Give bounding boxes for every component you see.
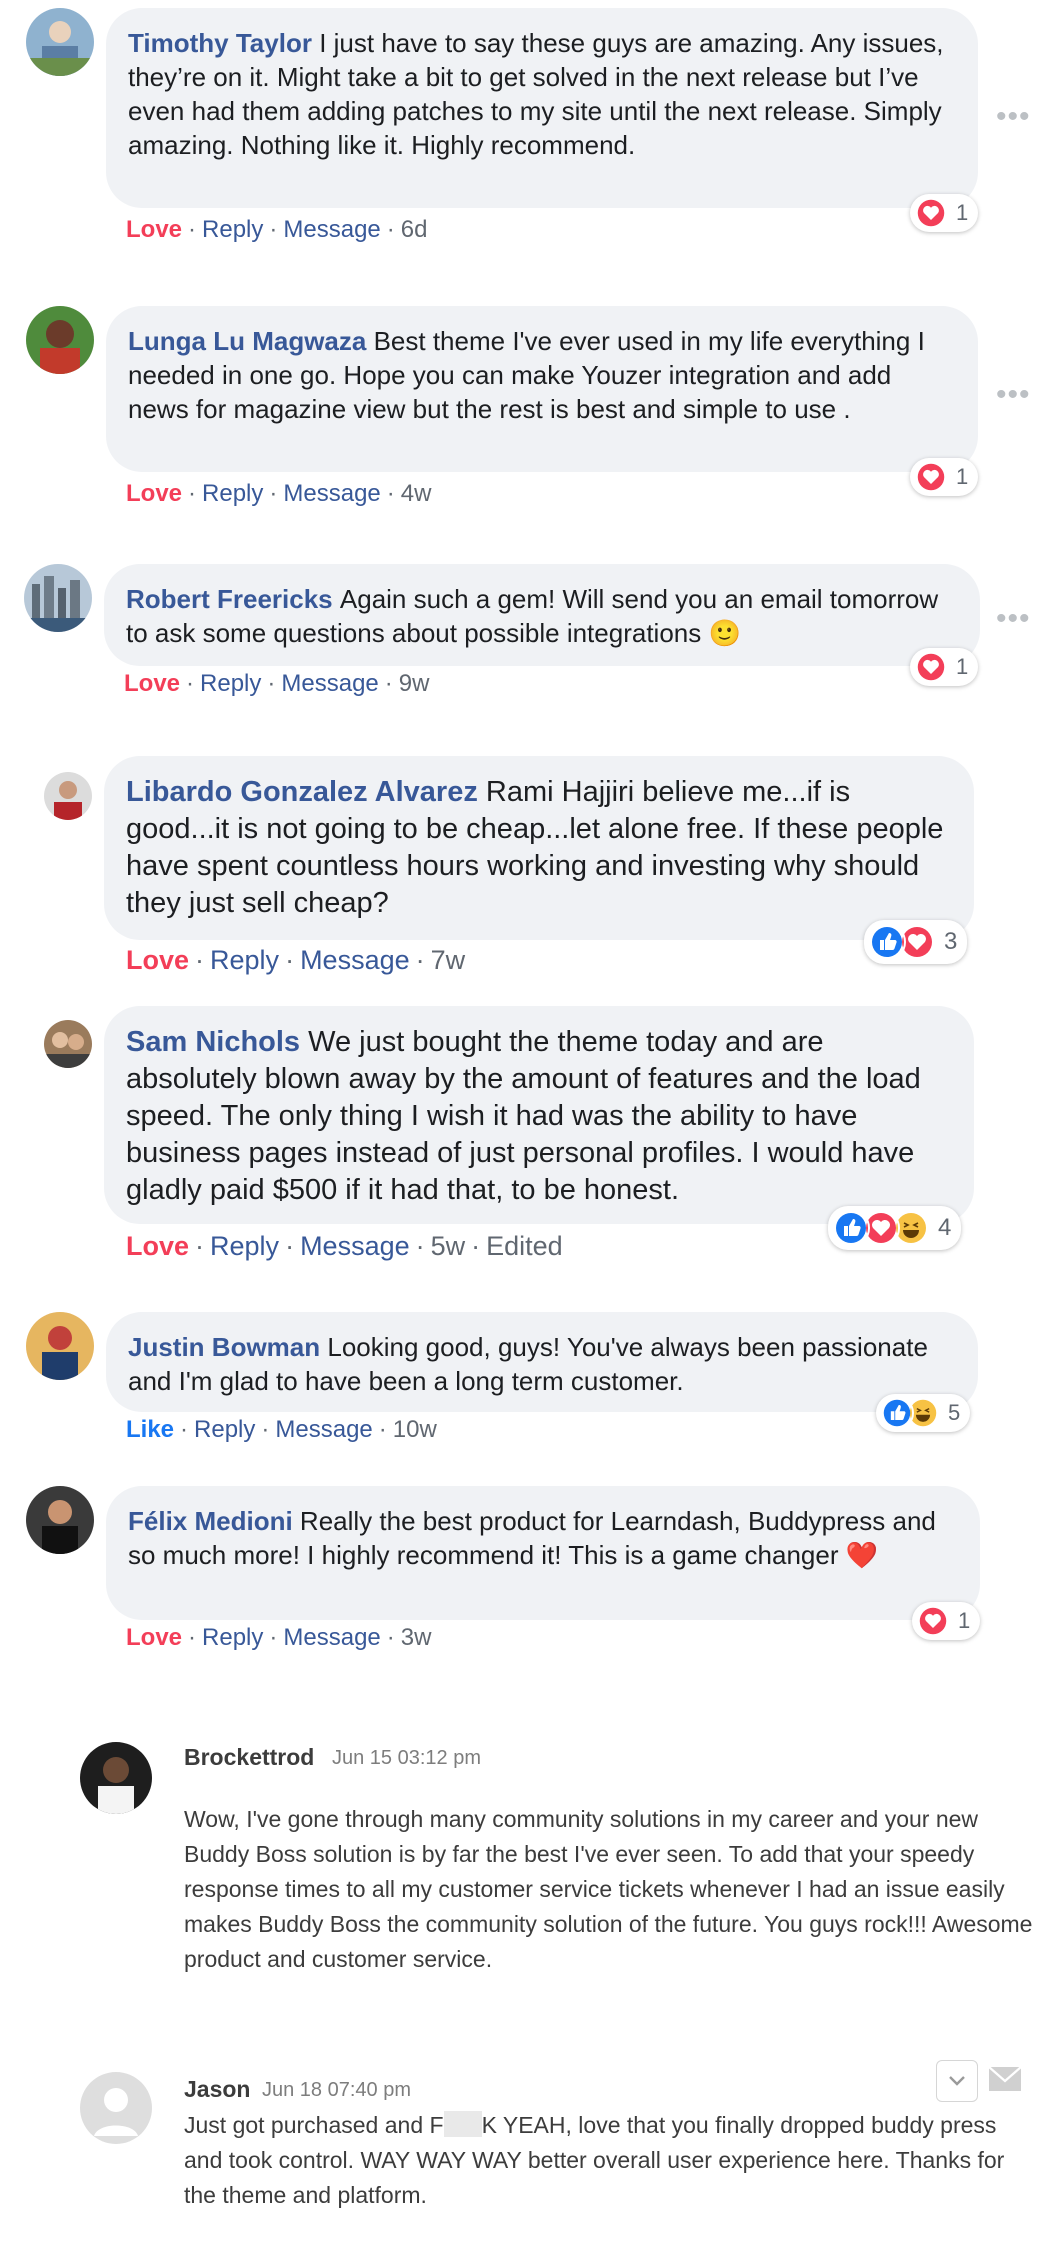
comment-author[interactable]: Robert Freericks xyxy=(126,584,333,614)
message-link[interactable]: Message xyxy=(281,670,378,697)
avatar[interactable] xyxy=(26,306,94,374)
comment-actions: Love · Reply · Message · 3w xyxy=(126,1624,432,1651)
reaction-summary[interactable]: 5 xyxy=(876,1394,971,1432)
love-button[interactable]: Love xyxy=(126,1231,189,1261)
reply-link[interactable]: Reply xyxy=(194,1416,255,1443)
reaction-count: 3 xyxy=(944,928,958,955)
reaction-count: 1 xyxy=(958,1608,971,1633)
forum-date: Jun 18 07:40 pm xyxy=(262,2079,411,2101)
reaction-count: 1 xyxy=(956,200,969,225)
avatar[interactable] xyxy=(44,1020,92,1068)
censor-block xyxy=(443,2111,482,2137)
comment-bubble: Timothy Taylor I just have to say these … xyxy=(106,8,978,208)
comment-author[interactable]: Justin Bowman xyxy=(128,1332,320,1362)
more-options-icon[interactable]: ••• xyxy=(996,604,1031,634)
avatar[interactable] xyxy=(26,8,94,76)
timestamp[interactable]: 10w xyxy=(393,1416,437,1443)
reaction-count: 5 xyxy=(948,1400,961,1425)
forum-author[interactable]: Brockettrod xyxy=(184,1744,314,1771)
reply-link[interactable]: Reply xyxy=(210,1231,279,1261)
avatar[interactable] xyxy=(80,2072,152,2144)
comment-author[interactable]: Timothy Taylor xyxy=(128,28,312,58)
reply-link[interactable]: Reply xyxy=(202,216,263,243)
envelope-icon[interactable] xyxy=(988,2066,1022,2092)
comment-author[interactable]: Sam Nichols xyxy=(126,1026,300,1058)
timestamp[interactable]: 3w xyxy=(401,1624,432,1651)
love-reaction-icon xyxy=(914,460,948,494)
heart-emoji-icon: ❤️ xyxy=(845,1540,879,1570)
comment-actions: Love · Reply · Message · 5w · Edited xyxy=(126,1231,563,1261)
like-reaction-icon xyxy=(880,1396,914,1430)
love-button[interactable]: Love xyxy=(126,1624,182,1651)
reaction-summary[interactable]: 4 xyxy=(828,1206,962,1250)
like-reaction-icon xyxy=(832,1209,870,1247)
avatar[interactable] xyxy=(26,1486,94,1554)
love-button[interactable]: Love xyxy=(126,216,182,243)
timestamp[interactable]: 5w xyxy=(431,1231,466,1261)
message-link[interactable]: Message xyxy=(283,216,380,243)
reply-link[interactable]: Reply xyxy=(210,945,279,975)
comment-actions: Love · Reply · Message · 7w xyxy=(126,945,466,975)
comment-author[interactable]: Félix Medioni xyxy=(128,1506,293,1536)
timestamp[interactable]: 9w xyxy=(399,670,430,697)
comment-actions: Love · Reply · Message · 6d xyxy=(126,216,428,243)
more-options-icon[interactable]: ••• xyxy=(996,380,1031,410)
comment-bubble: Justin Bowman Looking good, guys! You've… xyxy=(106,1312,978,1412)
message-link[interactable]: Message xyxy=(300,945,410,975)
reaction-count: 4 xyxy=(938,1214,952,1241)
avatar[interactable] xyxy=(26,1312,94,1380)
timestamp[interactable]: 6d xyxy=(401,216,428,243)
comment-bubble: Lunga Lu Magwaza Best theme I've ever us… xyxy=(106,306,978,472)
reaction-summary[interactable]: 1 xyxy=(912,1602,981,1640)
avatar[interactable] xyxy=(24,564,92,632)
love-reaction-icon xyxy=(914,650,948,684)
message-link[interactable]: Message xyxy=(283,1624,380,1651)
love-reaction-icon xyxy=(914,196,948,230)
reply-link[interactable]: Reply xyxy=(202,1624,263,1651)
reaction-summary[interactable]: 1 xyxy=(910,194,979,232)
comment-actions: Like · Reply · Message · 10w xyxy=(126,1416,437,1443)
reaction-summary[interactable]: 3 xyxy=(864,920,968,964)
forum-text: Just got purchased and FK YEAH, love tha… xyxy=(184,2108,1034,2213)
comment-bubble: Libardo Gonzalez Alvarez Rami Hajjiri be… xyxy=(104,756,974,940)
forum-text-start: Just got purchased and F xyxy=(184,2112,444,2138)
reply-link[interactable]: Reply xyxy=(202,480,263,507)
like-reaction-icon xyxy=(868,923,906,961)
love-button[interactable]: Love xyxy=(126,945,189,975)
avatar[interactable] xyxy=(80,1742,152,1814)
love-button[interactable]: Love xyxy=(124,670,180,697)
reaction-count: 1 xyxy=(956,464,969,489)
dropdown-button[interactable] xyxy=(936,2060,978,2102)
reaction-summary[interactable]: 1 xyxy=(910,648,979,686)
like-button[interactable]: Like xyxy=(126,1416,174,1443)
comment-bubble: Robert Freericks Again such a gem! Will … xyxy=(104,564,980,666)
message-link[interactable]: Message xyxy=(283,480,380,507)
comment-bubble: Sam Nichols We just bought the theme tod… xyxy=(104,1006,974,1224)
forum-text: Wow, I've gone through many community so… xyxy=(184,1806,1033,1972)
comment-actions: Love · Reply · Message · 9w xyxy=(124,670,430,697)
comment-author[interactable]: Libardo Gonzalez Alvarez xyxy=(126,776,478,808)
love-reaction-icon xyxy=(916,1604,950,1638)
forum-author[interactable]: Jason xyxy=(184,2076,250,2103)
avatar[interactable] xyxy=(44,772,92,820)
chevron-down-icon xyxy=(949,2076,965,2086)
comment-bubble: Félix Medioni Really the best product fo… xyxy=(106,1486,980,1620)
timestamp[interactable]: 7w xyxy=(431,945,466,975)
more-options-icon[interactable]: ••• xyxy=(996,102,1031,132)
reply-link[interactable]: Reply xyxy=(200,670,261,697)
comment-author[interactable]: Lunga Lu Magwaza xyxy=(128,326,366,356)
reaction-summary[interactable]: 1 xyxy=(910,458,979,496)
message-link[interactable]: Message xyxy=(275,1416,372,1443)
forum-date: Jun 15 03:12 pm xyxy=(332,1747,481,1769)
reaction-count: 1 xyxy=(956,654,969,679)
message-link[interactable]: Message xyxy=(300,1231,410,1261)
timestamp[interactable]: 4w xyxy=(401,480,432,507)
comment-actions: Love · Reply · Message · 4w xyxy=(126,480,432,507)
edited-label[interactable]: Edited xyxy=(486,1231,563,1261)
love-button[interactable]: Love xyxy=(126,480,182,507)
smile-emoji-icon: 🙂 xyxy=(708,618,741,648)
